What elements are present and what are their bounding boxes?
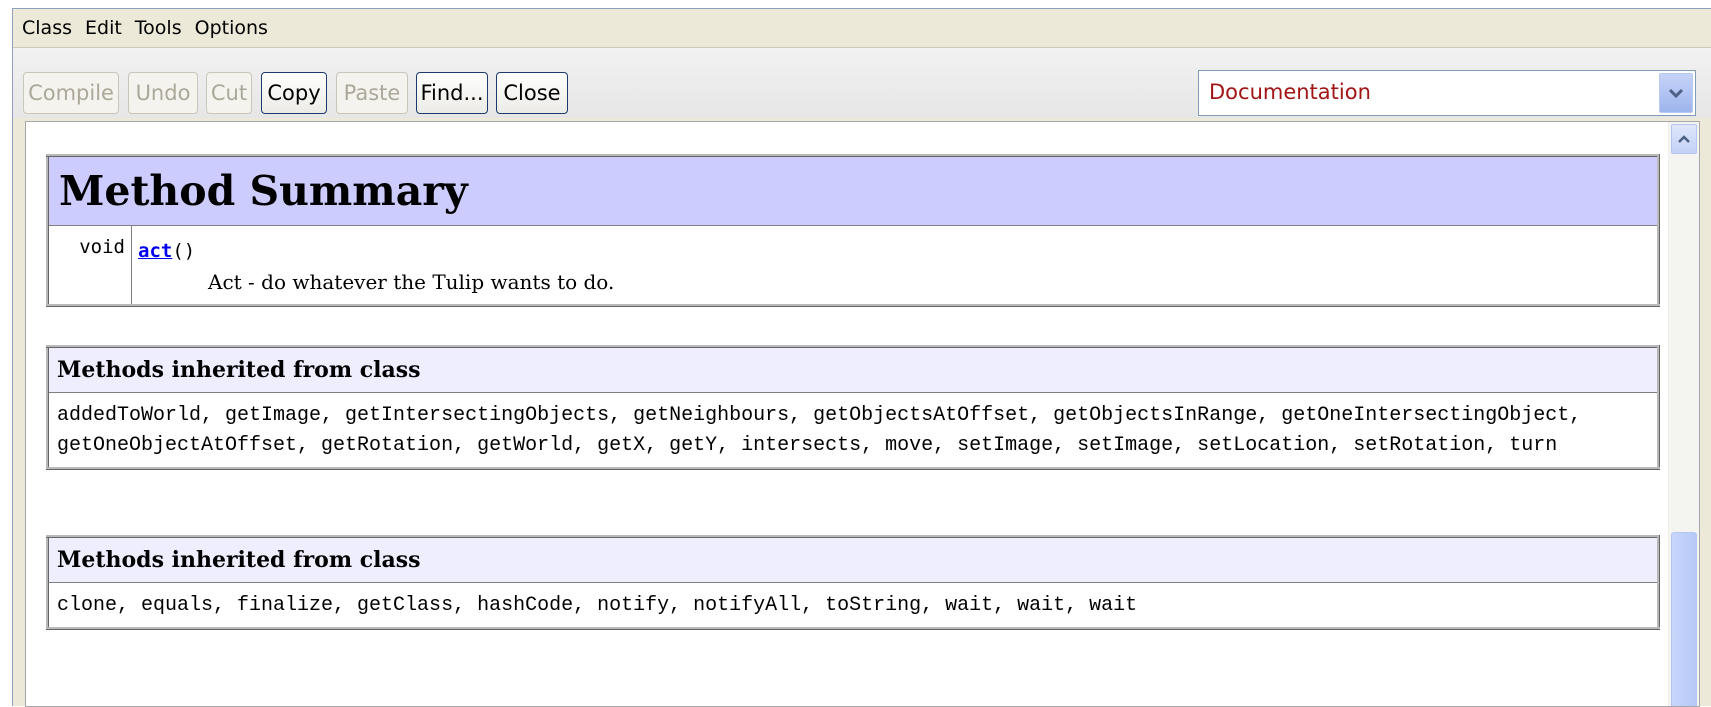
method-params: () [172,240,196,262]
chevron-up-icon[interactable] [1671,124,1697,154]
return-type: void [47,225,132,306]
find-button[interactable]: Find... [416,72,488,114]
inherited-methods-list: clone, equals, finalize, getClass, hashC… [47,582,1659,629]
table-row: void act() Act - do whatever the Tulip w… [47,225,1659,306]
toolbar: Compile Undo Cut Copy Paste Find... Clos… [13,48,1711,118]
undo-button[interactable]: Undo [128,72,198,114]
view-select[interactable]: Documentation [1198,70,1696,116]
menu-bar: Class Edit Tools Options [13,9,1711,48]
close-button[interactable]: Close [496,72,568,114]
copy-button[interactable]: Copy [261,72,327,114]
inherited-methods-table: Methods inherited from class clone, equa… [46,535,1660,630]
method-summary-table: Method Summary void act() Act - do whate… [46,154,1660,307]
inherited-methods-table: Methods inherited from class addedToWorl… [46,345,1660,470]
vertical-scrollbar[interactable] [1668,122,1699,706]
compile-button[interactable]: Compile [23,72,119,114]
menu-tools[interactable]: Tools [135,13,195,43]
method-description: Act - do whatever the Tulip wants to do. [208,270,615,294]
method-signature: act() Act - do whatever the Tulip wants … [131,225,1659,306]
cut-button[interactable]: Cut [206,72,252,114]
editor-window: Class Edit Tools Options Compile Undo Cu… [12,8,1711,707]
inherited-methods-list: addedToWorld, getImage, getIntersectingO… [47,392,1659,469]
menu-edit[interactable]: Edit [85,13,135,43]
inherited-header: Methods inherited from class [47,536,1659,583]
method-link-act[interactable]: act [138,240,172,262]
method-summary-title: Method Summary [47,155,1659,226]
chevron-down-icon[interactable] [1659,73,1693,113]
menu-options[interactable]: Options [195,13,281,43]
inherited-header: Methods inherited from class [47,346,1659,393]
paste-button[interactable]: Paste [336,72,408,114]
scrollbar-thumb[interactable] [1671,532,1697,706]
documentation-pane: Method Summary void act() Act - do whate… [25,121,1700,707]
menu-class[interactable]: Class [22,13,85,43]
view-select-value: Documentation [1209,80,1371,104]
